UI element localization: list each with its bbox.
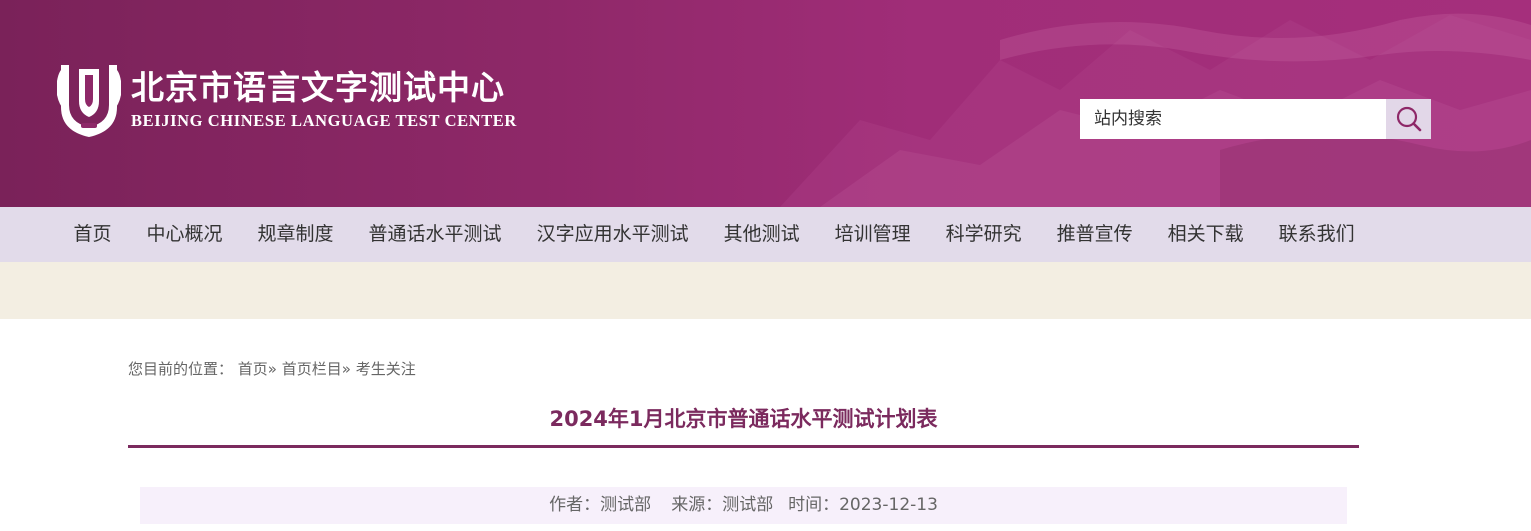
- nav-item-about[interactable]: 中心概况: [129, 207, 240, 262]
- search-input[interactable]: [1080, 99, 1386, 139]
- page-title: 2024年1月北京市普通话水平测试计划表: [549, 407, 938, 431]
- article-meta: 作者：测试部 来源：测试部 时间：2023-12-13: [140, 487, 1347, 524]
- title-divider: [128, 445, 1359, 448]
- banner-strip: [0, 262, 1531, 319]
- breadcrumb-prefix: 您目前的位置：: [128, 360, 234, 378]
- breadcrumb: 您目前的位置： 首页» 首页栏目» 考生关注: [128, 358, 416, 379]
- nav-item-hanzi-test[interactable]: 汉字应用水平测试: [519, 207, 706, 262]
- nav-item-putonghua-test[interactable]: 普通话水平测试: [351, 207, 519, 262]
- main-nav: 首页 中心概况 规章制度 普通话水平测试 汉字应用水平测试 其他测试 培训管理 …: [0, 207, 1531, 262]
- logo-english-name: BEIJING CHINESE LANGUAGE TEST CENTER: [131, 111, 517, 130]
- nav-item-training[interactable]: 培训管理: [817, 207, 928, 262]
- article-source: 来源：测试部: [671, 495, 774, 515]
- site-logo[interactable]: 北京市语言文字测试中心 BEIJING CHINESE LANGUAGE TES…: [55, 60, 517, 140]
- nav-item-contact[interactable]: 联系我们: [1261, 207, 1372, 262]
- nav-item-downloads[interactable]: 相关下载: [1150, 207, 1261, 262]
- nav-item-home[interactable]: 首页: [56, 207, 129, 262]
- site-header: 北京市语言文字测试中心 BEIJING CHINESE LANGUAGE TES…: [0, 0, 1531, 207]
- article-content: 您目前的位置： 首页» 首页栏目» 考生关注 2024年1月北京市普通话水平测试…: [0, 319, 1531, 531]
- site-search: [1080, 99, 1431, 139]
- nav-item-other-tests[interactable]: 其他测试: [706, 207, 817, 262]
- article-author: 作者：测试部: [549, 495, 652, 515]
- breadcrumb-home-link[interactable]: 首页»: [238, 360, 277, 378]
- search-icon: [1396, 106, 1421, 132]
- logo-emblem-icon: [57, 65, 121, 137]
- article-date: 时间：2023-12-13: [788, 495, 938, 515]
- search-button[interactable]: [1386, 99, 1431, 139]
- nav-item-research[interactable]: 科学研究: [928, 207, 1039, 262]
- nav-item-regulations[interactable]: 规章制度: [240, 207, 351, 262]
- breadcrumb-current-link[interactable]: 考生关注: [356, 360, 416, 378]
- breadcrumb-column-link[interactable]: 首页栏目»: [282, 360, 351, 378]
- logo-chinese-name: 北京市语言文字测试中心: [131, 68, 505, 107]
- nav-item-promotion[interactable]: 推普宣传: [1039, 207, 1150, 262]
